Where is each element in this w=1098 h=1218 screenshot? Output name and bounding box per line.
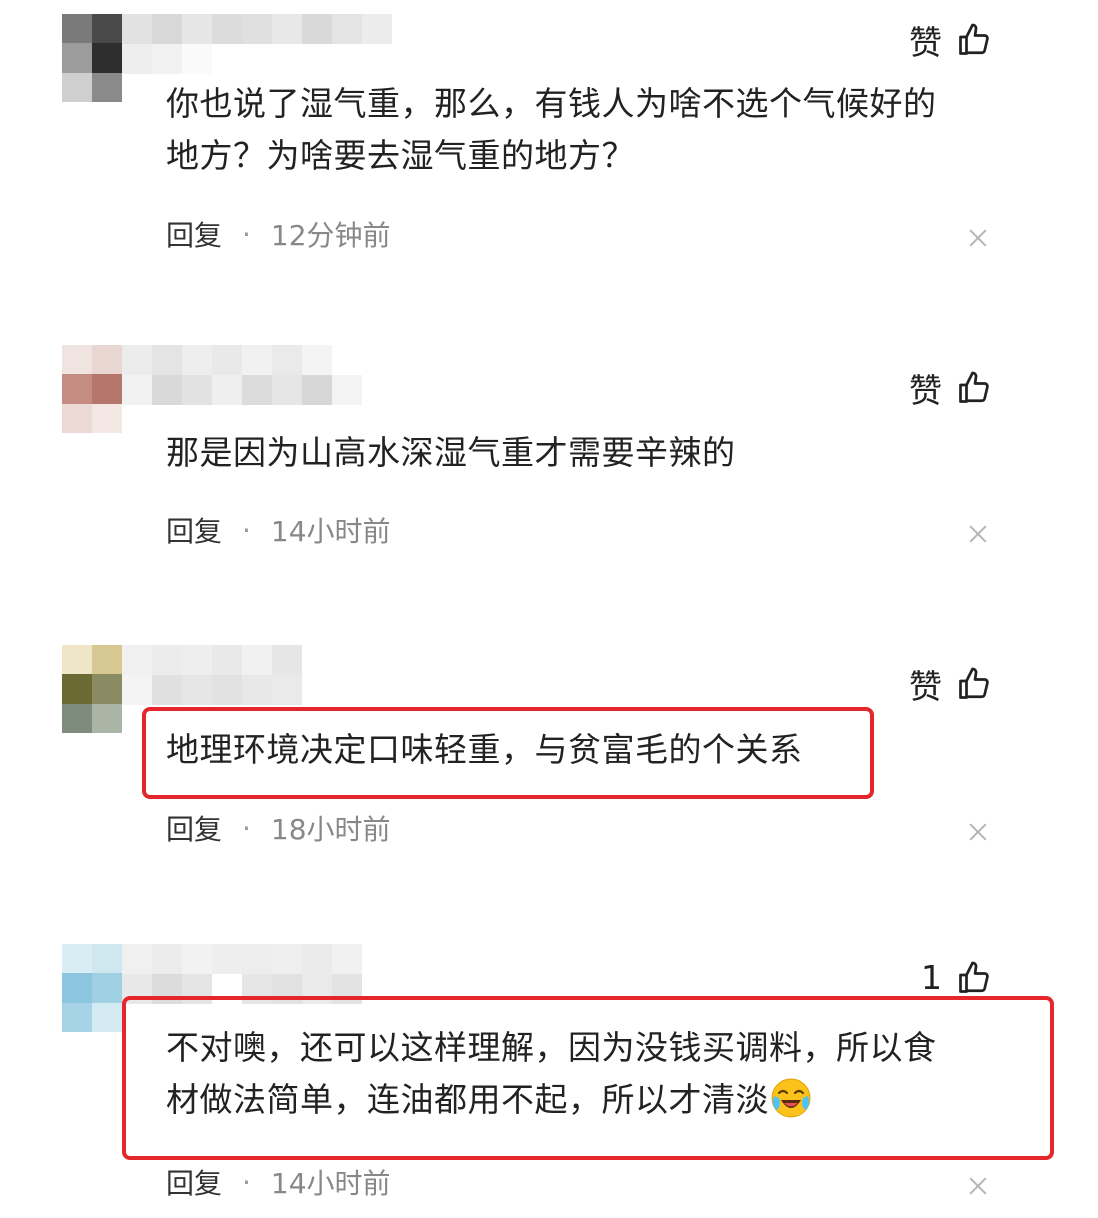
reply-button[interactable]: 回复: [166, 510, 222, 550]
like-label: 赞: [909, 371, 942, 410]
comment-text-line: 不对噢，还可以这样理解，因为没钱买调料，所以食: [166, 1028, 937, 1067]
close-icon[interactable]: [966, 226, 990, 250]
crying-laughing-emoji-icon: [771, 1078, 811, 1117]
thumbs-up-icon: [959, 667, 989, 699]
thumbs-up-icon: [959, 961, 989, 993]
timestamp: 14小时前: [270, 515, 391, 548]
username[interactable]: [122, 14, 392, 74]
like-button[interactable]: 赞: [909, 660, 992, 708]
reply-button[interactable]: 回复: [166, 1162, 222, 1202]
comment-text-line: 材做法简单，连油都用不起，所以才清淡: [166, 1074, 996, 1126]
comment-meta: 回复 · 18小时前: [166, 808, 391, 848]
avatar[interactable]: [62, 645, 122, 733]
comment-text: 那是因为山高水深湿气重才需要辛辣的: [166, 427, 996, 479]
username[interactable]: [122, 345, 362, 405]
thumbs-up-icon: [959, 23, 989, 55]
like-button[interactable]: 赞: [909, 16, 992, 64]
avatar[interactable]: [62, 14, 122, 102]
username[interactable]: [122, 944, 362, 1004]
timestamp: 14小时前: [270, 1167, 391, 1200]
close-icon[interactable]: [966, 820, 990, 844]
comment-text-line-part: 材做法简单，连油都用不起，所以才清淡: [166, 1080, 769, 1119]
thumbs-up-icon: [959, 371, 989, 403]
avatar[interactable]: [62, 345, 122, 433]
comment-text: 你也说了湿气重，那么，有钱人为啥不选个气候好的 地方？为啥要去湿气重的地方？: [166, 78, 996, 182]
comment-text: 不对噢，还可以这样理解，因为没钱买调料，所以食 材做法简单，连油都用不起，所以才…: [166, 1022, 996, 1126]
meta-separator: ·: [242, 513, 251, 547]
comment-meta: 回复 · 14小时前: [166, 510, 391, 550]
username[interactable]: [122, 645, 332, 705]
comment-text-line: 地方？为啥要去湿气重的地方？: [166, 136, 635, 175]
comment-meta: 回复 · 12分钟前: [166, 214, 391, 254]
meta-separator: ·: [242, 1165, 251, 1199]
like-label: 赞: [909, 23, 942, 62]
like-label: 赞: [909, 667, 942, 706]
meta-separator: ·: [242, 217, 251, 251]
comment-text-line: 地理环境决定口味轻重，与贫富毛的个关系: [166, 730, 803, 769]
timestamp: 18小时前: [270, 813, 391, 846]
like-button[interactable]: 1: [921, 958, 992, 997]
reply-button[interactable]: 回复: [166, 808, 222, 848]
like-button[interactable]: 赞: [909, 364, 992, 412]
meta-separator: ·: [242, 811, 251, 845]
reply-button[interactable]: 回复: [166, 214, 222, 254]
comment-meta: 回复 · 14小时前: [166, 1162, 391, 1202]
timestamp: 12分钟前: [270, 219, 391, 252]
like-count: 1: [921, 958, 942, 997]
avatar[interactable]: [62, 944, 122, 1032]
close-icon[interactable]: [966, 1174, 990, 1198]
comment-text-line: 你也说了湿气重，那么，有钱人为啥不选个气候好的: [166, 84, 937, 123]
close-icon[interactable]: [966, 522, 990, 546]
comment-text: 地理环境决定口味轻重，与贫富毛的个关系: [166, 724, 996, 776]
comment-text-line: 那是因为山高水深湿气重才需要辛辣的: [166, 433, 736, 472]
